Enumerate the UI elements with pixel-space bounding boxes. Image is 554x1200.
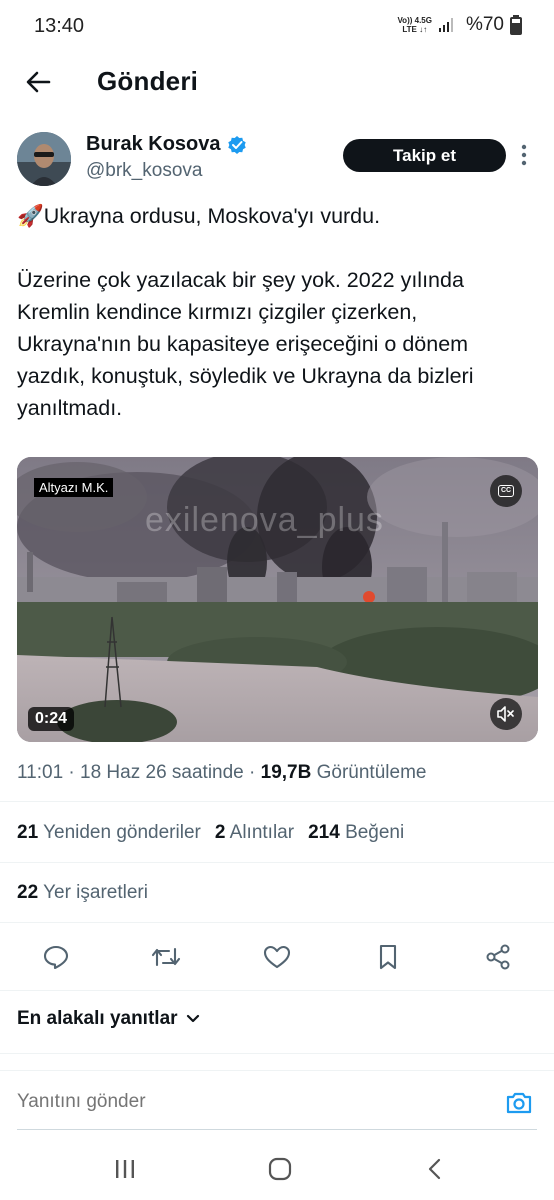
tweet-paragraph-2: Üzerine çok yazılacak bir şey yok. 2022 … <box>17 268 474 420</box>
tweet-meta: 11:01 · 18 Haz 26 saatinde · 19,7B Görün… <box>17 762 426 784</box>
bookmark-stats: 22 Yer işaretleri <box>17 882 162 904</box>
speaker-muted-icon <box>497 706 514 722</box>
engagement-stats: 21 Yeniden gönderiler 2 Alıntılar 214 Beğe… <box>17 822 418 844</box>
verified-badge-icon <box>227 135 246 154</box>
reply-underline <box>17 1129 537 1130</box>
video-player[interactable]: Altyazı M.K. exilenova_plus CC 0:24 <box>17 457 538 742</box>
back-button[interactable] <box>20 64 56 100</box>
cc-icon: CC <box>497 485 515 497</box>
reply-button[interactable] <box>40 941 72 973</box>
signal-icon <box>438 18 453 32</box>
author-name[interactable]: Burak Kosova <box>86 133 247 156</box>
heart-icon <box>263 945 291 969</box>
like-button[interactable] <box>261 941 293 973</box>
reply-icon <box>43 945 69 969</box>
home-icon <box>268 1157 292 1181</box>
home-button[interactable] <box>265 1154 295 1184</box>
battery-icon <box>510 15 522 35</box>
retweet-icon <box>151 947 181 967</box>
reply-input[interactable] <box>17 1091 477 1113</box>
author-handle[interactable]: @brk_kosova <box>86 160 202 182</box>
network-indicator: Vo)) 4.5G LTE ↓↑ <box>397 16 432 34</box>
replies-sort-label: En alakalı yanıtlar <box>17 1008 178 1029</box>
arrow-left-icon <box>26 71 51 93</box>
video-watermark: exilenova_plus <box>145 501 384 539</box>
status-bar: 13:40 Vo)) 4.5G LTE ↓↑ %70 <box>0 0 554 56</box>
reply-composer <box>0 1070 554 1132</box>
divider <box>0 922 554 923</box>
avatar[interactable] <box>17 132 71 186</box>
share-icon <box>486 944 510 970</box>
retweets-stat[interactable]: 21 Yeniden gönderiler <box>17 822 201 844</box>
system-navigation-bar <box>0 1140 554 1200</box>
divider <box>0 862 554 863</box>
bookmarks-stat[interactable]: 22 Yer işaretleri <box>17 882 148 904</box>
chevron-left-icon <box>428 1158 441 1180</box>
chevron-down-icon <box>186 1014 199 1023</box>
page-title: Gönderi <box>97 66 199 96</box>
battery-percent: %70 <box>465 14 504 35</box>
video-thumbnail <box>17 457 538 742</box>
divider <box>0 801 554 802</box>
more-options-button[interactable] <box>512 143 536 167</box>
mute-button[interactable] <box>490 698 522 730</box>
retweet-button[interactable] <box>150 941 182 973</box>
views-count: 19,7B <box>260 762 312 783</box>
camera-icon <box>506 1092 532 1114</box>
likes-stat[interactable]: 214 Beğeni <box>308 822 404 844</box>
avatar-image <box>17 132 71 186</box>
views-label: Görüntüleme <box>311 762 427 783</box>
captions-button[interactable]: CC <box>490 475 522 507</box>
camera-button[interactable] <box>504 1088 534 1118</box>
action-bar <box>0 937 554 977</box>
video-duration: 0:24 <box>28 707 75 731</box>
bookmark-button[interactable] <box>372 941 404 973</box>
tweet-line-1: 🚀Ukrayna ordusu, Moskova'yı vurdu. <box>17 204 381 228</box>
quotes-stat[interactable]: 2 Alıntılar <box>215 822 294 844</box>
bookmark-icon <box>379 944 397 970</box>
follow-button[interactable]: Takip et <box>343 139 506 172</box>
subtitle-badge: Altyazı M.K. <box>34 478 114 497</box>
tweet-text: 🚀Ukrayna ordusu, Moskova'yı vurdu. Üzeri… <box>17 200 537 424</box>
share-button[interactable] <box>482 941 514 973</box>
divider <box>0 1053 554 1054</box>
system-back-button[interactable] <box>420 1154 450 1184</box>
app-header: Gönderi <box>0 56 554 108</box>
replies-sort-dropdown[interactable]: En alakalı yanıtlar <box>17 1008 200 1030</box>
divider <box>0 990 554 991</box>
recents-icon <box>116 1160 134 1178</box>
status-icons: Vo)) 4.5G LTE ↓↑ %70 <box>397 14 522 36</box>
tweet-timestamp[interactable]: 11:01 · 18 Haz 26 saatinde · <box>17 762 261 783</box>
recents-button[interactable] <box>110 1154 140 1184</box>
more-vertical-icon <box>521 144 527 166</box>
status-time: 13:40 <box>34 15 85 37</box>
